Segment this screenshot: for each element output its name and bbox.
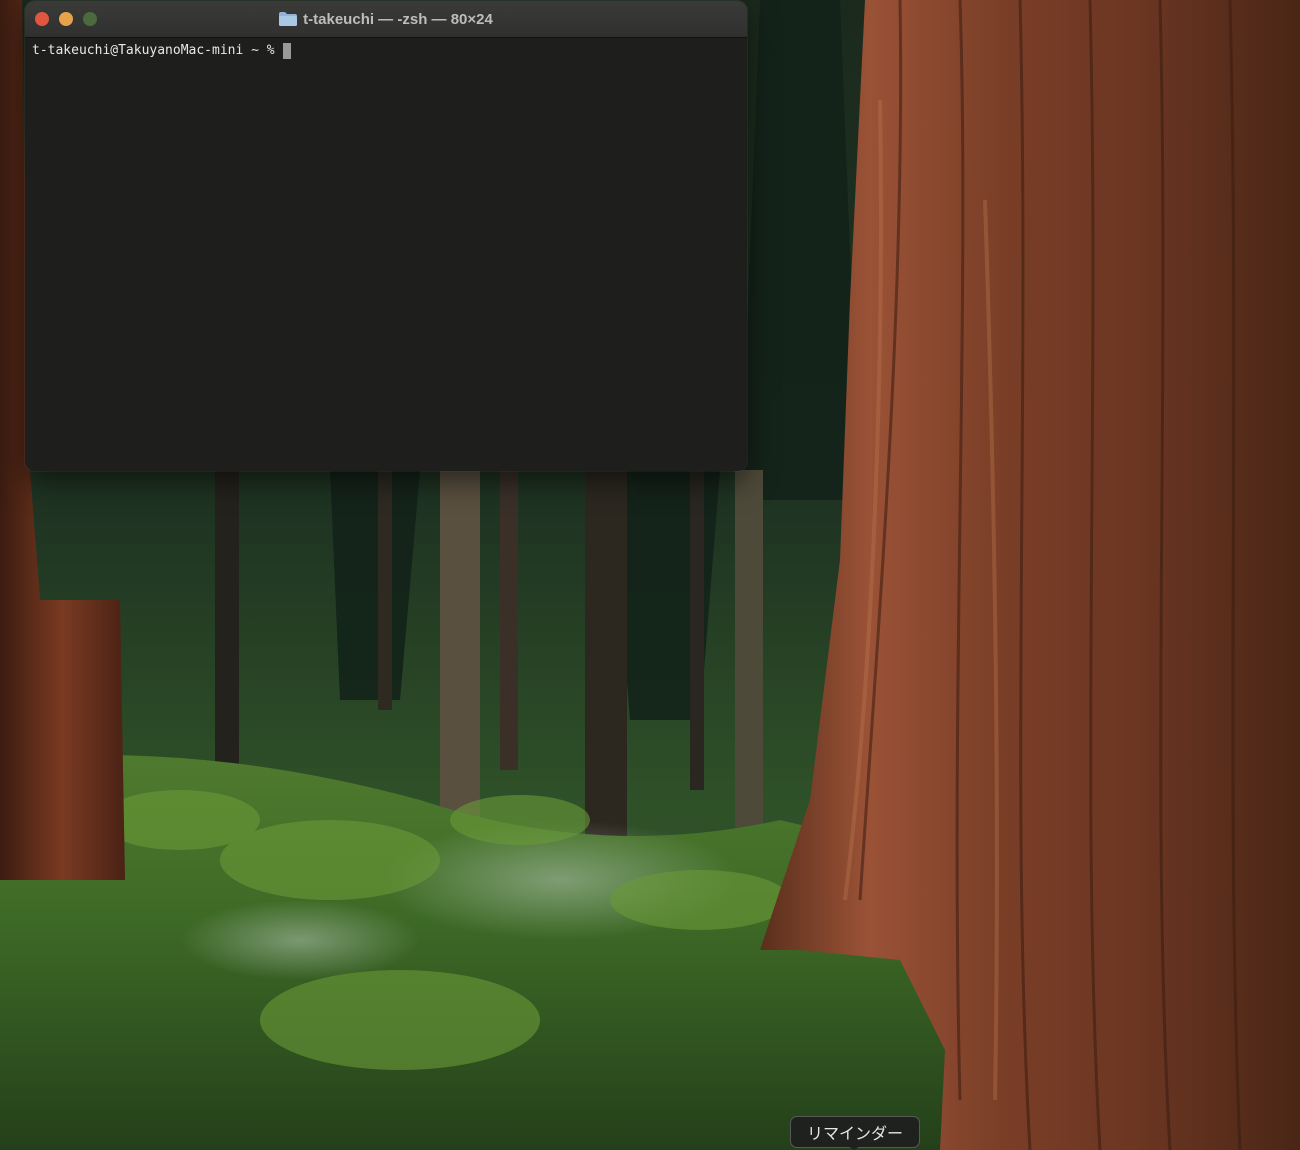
title-bar[interactable]: t-takeuchi — -zsh — 80×24	[25, 1, 747, 38]
terminal-content[interactable]: t-takeuchi@TakuyanoMac-mini ~ %	[25, 38, 747, 466]
dock-tooltip-label: リマインダー	[806, 1126, 903, 1143]
tooltip-pointer	[848, 1146, 860, 1150]
text-cursor	[283, 43, 292, 59]
window-title: t-takeuchi — -zsh — 80×24	[303, 10, 493, 28]
folder-icon	[279, 12, 298, 26]
dock-tooltip: リマインダー	[790, 1116, 920, 1148]
terminal-window[interactable]: t-takeuchi — -zsh — 80×24 t-takeuchi@Tak…	[25, 1, 747, 471]
shell-prompt: t-takeuchi@TakuyanoMac-mini ~ %	[32, 43, 283, 58]
window-title-group: t-takeuchi — -zsh — 80×24	[25, 1, 747, 37]
desktop: t-takeuchi — -zsh — 80×24 t-takeuchi@Tak…	[0, 0, 1300, 1150]
prompt-line: t-takeuchi@TakuyanoMac-mini ~ %	[32, 42, 740, 60]
